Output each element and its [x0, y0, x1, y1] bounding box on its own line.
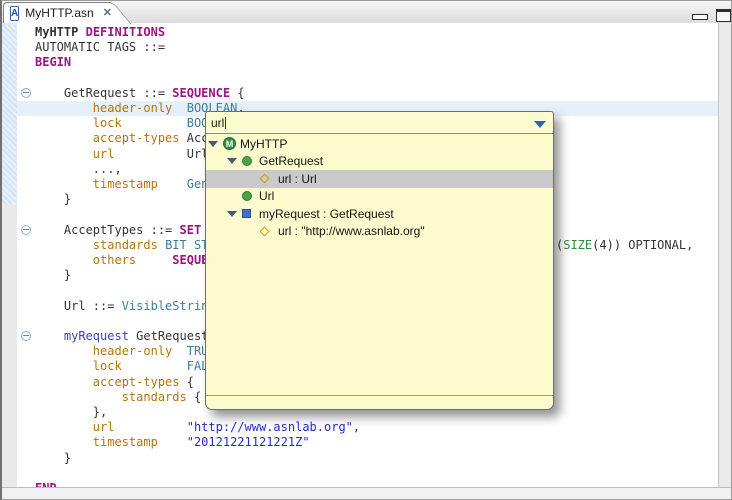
editor-window: A MyHTTP.asn ✕ MyHTTP DEFINITIONS AUTOMAT…	[0, 0, 732, 500]
asn-file-icon: A	[10, 5, 20, 21]
tree-item-MyHTTP[interactable]: M MyHTTP	[206, 135, 553, 153]
code-line[interactable]: accept-types {	[35, 375, 194, 390]
code-line[interactable]: MyHTTP DEFINITIONS	[35, 25, 165, 40]
code-line[interactable]: ...,	[35, 162, 122, 177]
horizontal-scrollbar-track[interactable]	[2, 487, 731, 499]
tree-item-url[interactable]: url : Url	[206, 170, 553, 188]
code-line[interactable]: }	[35, 451, 71, 466]
type-icon	[242, 191, 252, 202]
tab-label: MyHTTP.asn	[25, 6, 94, 20]
tree-item-label: Url	[259, 189, 275, 204]
annotation-ruler	[2, 23, 17, 488]
expanded-arrow-icon[interactable]	[208, 141, 223, 147]
tree-item-url[interactable]: url : "http://www.asnlab.org"	[206, 223, 553, 241]
code-line[interactable]: timestamp Gen	[35, 177, 209, 192]
code-line[interactable]: },	[35, 405, 107, 420]
code-line[interactable]: }	[35, 268, 71, 283]
code-line[interactable]: Url ::= VisibleStrin	[35, 299, 209, 314]
code-line[interactable]: }	[35, 192, 71, 207]
outline-filter-input[interactable]: url	[206, 112, 553, 134]
tab-bar: A MyHTTP.asn ✕	[2, 1, 731, 24]
code-line[interactable]: lock FAL	[35, 359, 209, 374]
code-line[interactable]: standards BIT STR (SIZE(4)) OPTIONAL,	[35, 238, 694, 253]
code-fragment-right-of-popup: (SIZE(4)) OPTIONAL,	[556, 237, 694, 252]
code-line[interactable]: myRequest GetRequest	[35, 329, 209, 344]
code-line[interactable]: AcceptTypes ::= SET	[35, 223, 201, 238]
tree-item-label: url : Url	[278, 171, 317, 186]
tree-item-label: MyHTTP	[240, 136, 288, 151]
field-icon	[259, 226, 270, 237]
popup-footer	[206, 395, 553, 409]
module-icon: M	[223, 137, 236, 151]
field-icon	[259, 173, 270, 184]
tree-item-label: url : "http://www.asnlab.org"	[278, 224, 425, 239]
collapse-fold-icon[interactable]	[21, 331, 31, 341]
tree-item-label: myRequest : GetRequest	[259, 206, 394, 221]
value-icon	[242, 209, 251, 219]
code-line[interactable]: BEGIN	[35, 55, 71, 70]
code-line[interactable]: others SEQUENC	[35, 253, 223, 268]
code-line[interactable]: standards {	[35, 390, 201, 405]
text-caret	[225, 117, 227, 129]
tree-item-Url[interactable]: Url	[206, 188, 553, 206]
dropdown-arrow-icon[interactable]	[534, 121, 546, 128]
code-line[interactable]: GetRequest ::= SEQUENCE {	[35, 86, 245, 101]
code-line[interactable]: accept-types Acc	[35, 131, 209, 146]
code-line[interactable]: lock BOO	[35, 116, 209, 131]
quick-outline-popup: url M MyHTTP GetRequest url : Url Url myReque…	[205, 111, 554, 410]
code-line[interactable]: AUTOMATIC TAGS ::=	[35, 40, 165, 55]
tree-item-GetRequest[interactable]: GetRequest	[206, 153, 553, 171]
outline-tree[interactable]: M MyHTTP GetRequest url : Url Url myRequest :…	[206, 135, 553, 395]
overview-ruler[interactable]	[718, 23, 731, 488]
tree-item-label: GetRequest	[259, 154, 324, 169]
collapse-fold-icon[interactable]	[21, 87, 31, 98]
close-icon[interactable]: ✕	[103, 7, 112, 19]
tab-myhttp-asn[interactable]: A MyHTTP.asn ✕	[3, 2, 112, 23]
collapse-fold-icon[interactable]	[21, 224, 31, 235]
range-indicator	[2, 25, 17, 204]
code-line[interactable]: url Url	[35, 147, 209, 162]
type-icon	[242, 156, 252, 167]
expanded-arrow-icon[interactable]	[227, 158, 242, 164]
maximize-icon[interactable]	[716, 9, 731, 22]
minimize-icon[interactable]	[692, 14, 708, 20]
code-line[interactable]: url "http://www.asnlab.org",	[35, 420, 360, 435]
expanded-arrow-icon[interactable]	[227, 211, 242, 217]
tree-item-myRequest[interactable]: myRequest : GetRequest	[206, 205, 553, 223]
filter-text: url	[211, 116, 225, 130]
code-line[interactable]: timestamp "20121221121221Z"	[35, 435, 310, 450]
code-line[interactable]: header-only TRU	[35, 344, 209, 359]
